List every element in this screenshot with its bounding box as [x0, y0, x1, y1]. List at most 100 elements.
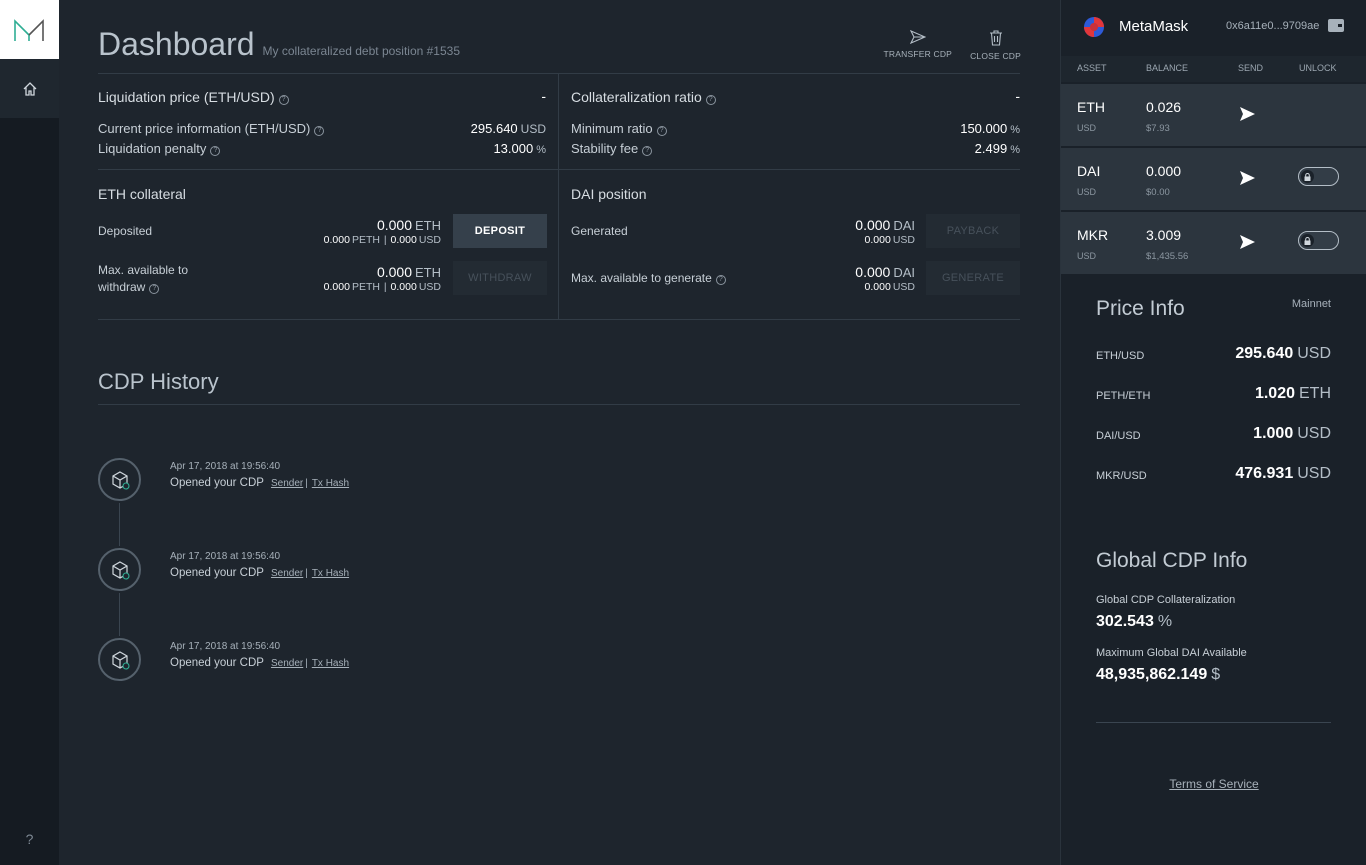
help-button[interactable]: ?	[0, 831, 59, 847]
asset-balance-usd: $0.00	[1146, 187, 1170, 198]
minimum-ratio-label: Minimum ratio?	[571, 121, 667, 136]
sender-link[interactable]: Sender	[271, 568, 303, 579]
tx-hash-link[interactable]: Tx Hash	[312, 568, 349, 579]
main-content: Dashboard My collateralized debt positio…	[59, 0, 1060, 865]
history-text: Opened your CDP Sender | Tx Hash	[170, 567, 350, 579]
home-nav-button[interactable]	[0, 59, 59, 118]
stability-fee-value: 2.499%	[974, 141, 1020, 156]
max-dai-value: 48,935,862.149 $	[1096, 666, 1221, 683]
history-text: Opened your CDP Sender | Tx Hash	[170, 477, 350, 489]
divider	[98, 169, 1020, 170]
price-info-title: Price Info	[1096, 297, 1185, 320]
liquidation-price-label: Liquidation price (ETH/USD)?	[98, 89, 289, 105]
deposited-value: 0.000 ETH 0.000 PETH | 0.000 USD	[323, 217, 441, 246]
collateralization-ratio-value: -	[1015, 88, 1020, 104]
global-collat-value: 302.543%	[1096, 613, 1173, 630]
network-label: Mainnet	[1291, 298, 1331, 310]
cdp-box-icon	[98, 638, 141, 681]
wallet-address[interactable]: 0x6a11e0...9709ae	[1226, 20, 1319, 32]
col-unlock: UNLOCK	[1299, 63, 1337, 73]
history-date: Apr 17, 2018 at 19:56:40	[170, 641, 281, 652]
price-value: 476.931 USD	[1235, 465, 1331, 482]
page-subtitle: My collateralized debt position #1535	[262, 44, 461, 58]
help-icon[interactable]: ?	[642, 146, 653, 156]
max-dai-label: Maximum Global DAI Available	[1096, 647, 1247, 659]
asset-symbol: MKR	[1077, 227, 1109, 243]
divider	[98, 319, 1020, 320]
price-pair: DAI/USD	[1096, 430, 1141, 442]
close-cdp-label: CLOSE CDP	[970, 51, 1021, 61]
price-row: ETH/USD 295.640 USD	[1096, 345, 1331, 369]
tx-hash-link[interactable]: Tx Hash	[312, 658, 349, 669]
price-row: MKR/USD 476.931 USD	[1096, 465, 1331, 489]
help-icon[interactable]: ?	[715, 275, 726, 285]
col-asset: ASSET	[1077, 63, 1107, 73]
transfer-cdp-label: TRANSFER CDP	[883, 49, 953, 59]
wallet-header: MetaMask 0x6a11e0...9709ae	[1061, 0, 1366, 56]
liquidation-price-value: -	[541, 88, 546, 104]
withdraw-button[interactable]: WITHDRAW	[453, 261, 547, 295]
asset-unit: USD	[1077, 187, 1097, 197]
dai-position-title: DAI position	[571, 186, 647, 202]
price-row: PETH/ETH 1.020 ETH	[1096, 385, 1331, 409]
help-icon[interactable]: ?	[210, 146, 221, 156]
price-value: 1.020 ETH	[1254, 385, 1331, 402]
timeline-connector	[119, 503, 120, 546]
payback-button[interactable]: PAYBACK	[926, 214, 1020, 248]
divider	[558, 73, 559, 319]
unlock-toggle[interactable]	[1298, 231, 1339, 250]
liquidation-penalty-value: 13.000%	[493, 141, 546, 156]
price-value: 295.640 USD	[1235, 345, 1331, 362]
send-icon[interactable]	[1239, 106, 1256, 122]
maker-logo-icon	[13, 18, 44, 41]
global-cdp-title: Global CDP Info	[1096, 549, 1248, 572]
cdp-box-icon	[98, 548, 141, 591]
sender-link[interactable]: Sender	[271, 658, 303, 669]
asset-table-header: ASSET BALANCE SEND UNLOCK	[1061, 56, 1366, 82]
cdp-history-title: CDP History	[98, 369, 219, 394]
deposit-button[interactable]: DEPOSIT	[453, 214, 547, 248]
divider	[98, 404, 1020, 405]
deposited-label: Deposited	[98, 224, 153, 238]
max-generate-label: Max. available to generate?	[571, 271, 726, 285]
terms-of-service-link[interactable]: Terms of Service	[1061, 777, 1366, 791]
lock-icon	[1301, 234, 1314, 247]
maker-logo[interactable]	[0, 0, 59, 59]
send-icon[interactable]	[1239, 234, 1256, 250]
help-icon[interactable]: ?	[705, 95, 716, 105]
close-cdp-button[interactable]: CLOSE CDP	[970, 30, 1021, 61]
cdp-box-icon	[98, 458, 141, 501]
stability-fee-label: Stability fee?	[571, 141, 653, 156]
generated-label: Generated	[571, 224, 628, 238]
history-date: Apr 17, 2018 at 19:56:40	[170, 461, 281, 472]
asset-unit: USD	[1077, 123, 1097, 133]
max-withdraw-label: Max. available to withdraw?	[98, 263, 189, 294]
liquidation-penalty-label: Liquidation penalty?	[98, 141, 221, 156]
metamask-icon	[1084, 17, 1104, 37]
help-icon[interactable]: ?	[656, 126, 667, 136]
lock-icon	[1301, 170, 1314, 183]
history-text: Opened your CDP Sender | Tx Hash	[170, 657, 350, 669]
global-collat-label: Global CDP Collateralization	[1096, 594, 1236, 606]
generate-button[interactable]: GENERATE	[926, 261, 1020, 295]
help-icon[interactable]: ?	[149, 284, 160, 294]
transfer-cdp-button[interactable]: TRANSFER CDP	[884, 30, 953, 61]
help-icon[interactable]: ?	[278, 95, 289, 105]
asset-row-eth: ETH USD 0.026 $7.93	[1061, 84, 1366, 146]
price-pair: PETH/ETH	[1096, 390, 1151, 402]
history-date: Apr 17, 2018 at 19:56:40	[170, 551, 281, 562]
divider	[1096, 722, 1331, 723]
tx-hash-link[interactable]: Tx Hash	[312, 478, 349, 489]
minimum-ratio-value: 150.000%	[960, 121, 1020, 136]
home-icon	[23, 81, 36, 96]
unlock-toggle[interactable]	[1298, 167, 1339, 186]
sender-link[interactable]: Sender	[271, 478, 303, 489]
wallet-icon[interactable]	[1328, 19, 1344, 32]
col-balance: BALANCE	[1146, 63, 1189, 73]
divider	[98, 73, 1020, 74]
asset-symbol: ETH	[1077, 99, 1105, 115]
wallet-panel: MetaMask 0x6a11e0...9709ae ASSET BALANCE…	[1060, 0, 1366, 865]
asset-balance-usd: $1,435.56	[1146, 251, 1189, 262]
help-icon[interactable]: ?	[314, 126, 325, 136]
send-icon[interactable]	[1239, 170, 1256, 186]
